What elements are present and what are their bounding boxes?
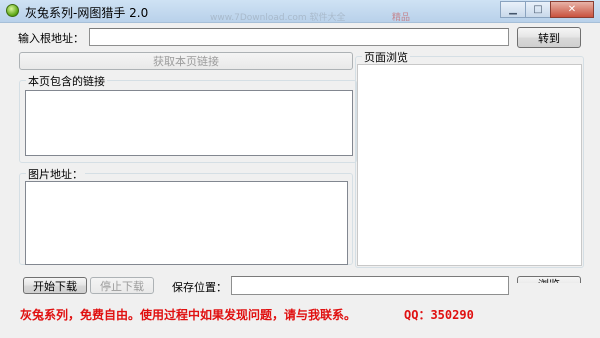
goto-button[interactable]: 转到 <box>517 27 581 48</box>
qq-contact: QQ：350290 <box>404 308 474 322</box>
images-group-title: 图片地址： <box>26 166 85 182</box>
save-location-label: 保存位置： <box>172 281 227 294</box>
close-button[interactable]: ✕ <box>550 1 594 18</box>
links-group-title: 本页包含的链接 <box>26 73 107 89</box>
background-caption: www.7Download.com 软件大全 <box>210 13 346 23</box>
close-icon: ✕ <box>567 4 577 15</box>
preview-group-title: 页面浏览 <box>362 49 410 65</box>
minimize-icon: ▁ <box>509 4 517 15</box>
minimize-button[interactable]: ▁ <box>500 1 526 18</box>
save-location-input[interactable] <box>231 276 509 295</box>
root-url-input[interactable] <box>89 28 509 46</box>
maximize-icon: □ <box>533 4 543 15</box>
fetch-links-button[interactable]: 获取本页链接 <box>19 52 353 70</box>
app-icon <box>6 4 19 17</box>
background-caption-right: 精品 <box>392 13 411 23</box>
root-url-label: 输入根地址： <box>18 32 84 45</box>
stop-download-button[interactable]: 停止下载 <box>90 277 154 294</box>
title-bar[interactable]: 灰兔系列-网图猎手 2.0 www.7Download.com 软件大全 精品 … <box>0 0 600 23</box>
images-list[interactable] <box>25 181 348 265</box>
browse-button-clip: 浏览 <box>517 276 581 283</box>
maximize-button[interactable]: □ <box>525 1 551 18</box>
status-message: 灰兔系列，免费自由。使用过程中如果发现问题，请与我联系。 <box>20 308 357 322</box>
start-download-button[interactable]: 开始下载 <box>23 277 87 294</box>
window-controls: ▁ □ ✕ <box>500 1 594 18</box>
page-preview-browser[interactable] <box>357 64 582 266</box>
window-title: 灰兔系列-网图猎手 2.0 <box>25 6 149 20</box>
browse-button[interactable]: 浏览 <box>517 276 581 283</box>
form-client-area: 输入根地址： 转到 获取本页链接 本页包含的链接 图片地址： 页面浏览 开始下载… <box>0 23 600 338</box>
links-list[interactable] <box>25 90 353 156</box>
